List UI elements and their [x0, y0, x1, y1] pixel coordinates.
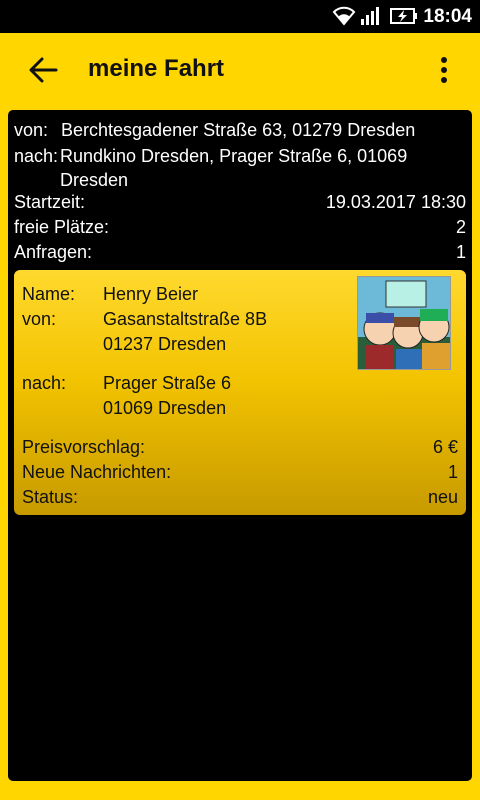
start-time-label: Startzeit: [14, 192, 86, 212]
new-messages-value: 1 [447, 462, 458, 482]
pickup-label: von: [22, 309, 57, 329]
ride-request-card[interactable]: Name: Henry Beier von: Gasanstaltstraße … [14, 270, 466, 515]
passenger-name-label: Name: [22, 284, 76, 304]
status-label: Status: [22, 487, 79, 507]
page-title: meine Fahrt [88, 55, 225, 82]
wifi-icon [332, 6, 356, 26]
free-seats-row: freie Plätze: 2 [14, 215, 466, 239]
dropoff-label: nach: [22, 373, 67, 393]
status-bar: 18:04 [0, 0, 480, 33]
start-time-value: 19.03.2017 18:30 [325, 192, 466, 212]
status-value: neu [427, 487, 458, 507]
price-suggestion-label: Preisvorschlag: [22, 437, 146, 457]
from-label: von: [14, 120, 49, 140]
requests-label: Anfragen: [14, 242, 93, 262]
ride-details-panel: von: Berchtesgadener Straße 63, 01279 Dr… [8, 110, 472, 781]
dropoff-city: 01069 Dresden [103, 398, 227, 418]
price-suggestion-value: 6 € [432, 437, 458, 457]
pickup-city: 01237 Dresden [103, 334, 227, 354]
free-seats-label: freie Plätze: [14, 217, 110, 237]
status-time: 18:04 [423, 6, 472, 27]
to-row: nach: Rundkino Dresden, Prager Straße 6,… [14, 144, 466, 192]
requests-row: Anfragen: 1 [14, 240, 466, 264]
from-value: Berchtesgadener Straße 63, 01279 Dresden [61, 120, 416, 140]
from-row: von: Berchtesgadener Straße 63, 01279 Dr… [14, 118, 466, 142]
to-label: nach: [14, 146, 59, 166]
start-time-row: Startzeit: 19.03.2017 18:30 [14, 190, 466, 214]
signal-icon [361, 7, 379, 25]
pickup-street: Gasanstaltstraße 8B [103, 309, 268, 329]
to-value: Rundkino Dresden, Prager Straße 6, 01069… [60, 146, 408, 190]
new-messages-label: Neue Nachrichten: [22, 462, 172, 482]
free-seats-value: 2 [455, 217, 466, 237]
avatar-image[interactable] [357, 276, 451, 370]
battery-charging-icon [390, 8, 417, 24]
dropoff-street: Prager Straße 6 [103, 373, 232, 393]
requests-value: 1 [455, 242, 466, 262]
back-arrow-icon[interactable] [26, 55, 60, 85]
app-bar: meine Fahrt [0, 33, 480, 108]
bottom-accent-bar [0, 788, 480, 800]
passenger-name-value: Henry Beier [103, 284, 199, 304]
overflow-menu-icon[interactable] [430, 55, 458, 85]
